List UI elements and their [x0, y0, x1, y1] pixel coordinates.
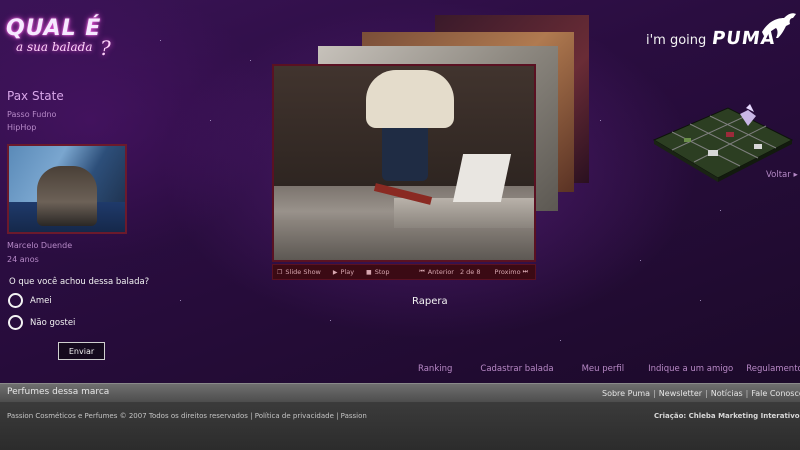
- photo-ledge: [394, 198, 534, 228]
- slide-counter: 2 de 8: [459, 268, 481, 276]
- photo-caption: Rapera: [412, 296, 448, 307]
- nav-regulamento[interactable]: Regulamento: [746, 364, 800, 374]
- submit-button[interactable]: Enviar: [58, 342, 105, 360]
- photo-skater-legs: [382, 121, 428, 181]
- next-label: Proximo: [494, 268, 521, 276]
- star: [160, 40, 161, 41]
- puma-cat-icon: [762, 13, 796, 39]
- play-button[interactable]: ▶ Play: [333, 268, 354, 276]
- credits-text[interactable]: Criação: Chleba Marketing Interativo: [654, 412, 800, 420]
- prev-icon: ⏮: [419, 268, 425, 275]
- star: [210, 120, 211, 121]
- next-icon: ⏭: [522, 268, 528, 275]
- poll-question: O que você achou dessa balada?: [9, 277, 150, 287]
- user-name: Marcelo Duende: [7, 241, 73, 250]
- footer-perfumes-link[interactable]: Perfumes dessa marca: [7, 387, 109, 397]
- footer-separator: |: [653, 389, 656, 398]
- stop-label: Stop: [374, 268, 390, 276]
- copyright-text: Passion Cosméticos e Perfumes © 2007 Tod…: [7, 412, 367, 420]
- photo-skater: [366, 70, 454, 128]
- slideshow-button[interactable]: ❐ Slide Show: [277, 268, 321, 276]
- venue-name: Pax State: [7, 89, 64, 103]
- star: [600, 120, 601, 121]
- nav-cadastrar-balada[interactable]: Cadastrar balada: [480, 364, 553, 374]
- back-link[interactable]: Voltar ▸: [766, 170, 798, 180]
- slideshow-icon: ❐: [277, 268, 283, 276]
- star: [250, 60, 251, 61]
- star: [700, 300, 701, 301]
- footer-separator: |: [745, 389, 749, 398]
- radio-label: Não gostei: [30, 317, 76, 328]
- footer-link-newsletter[interactable]: Newsletter: [659, 389, 702, 398]
- footer-link-sobre-puma[interactable]: Sobre Puma: [602, 389, 650, 398]
- radio-label: Amei: [30, 295, 52, 306]
- star: [720, 210, 721, 211]
- footer-links: Sobre Puma | Newsletter | Notícias | Fale Cono…: [602, 389, 800, 398]
- footer-link-fale-conosco[interactable]: Fale Conosco: [751, 389, 800, 398]
- site-nav: Ranking Cadastrar balada Meu perfil Indi…: [418, 364, 800, 374]
- venue-genre: HipHop: [7, 123, 37, 132]
- footer-bottom-bar: [0, 402, 800, 450]
- photo-person: [37, 166, 97, 226]
- poll-option-amei[interactable]: Amei: [8, 293, 52, 308]
- star: [180, 300, 181, 301]
- user-age: 24 anos: [7, 255, 39, 264]
- brand-header[interactable]: i'm going PUMA: [646, 28, 777, 49]
- page-stage: QUAL É a sua balada ? Pax State Passo Fu…: [0, 0, 800, 383]
- slideshow-controls: ❐ Slide Show ▶ Play ■ Stop ⏮ Anterior 2 …: [272, 264, 536, 280]
- site-logo[interactable]: QUAL É a sua balada ?: [6, 16, 118, 64]
- logo-line1: QUAL É: [6, 16, 102, 41]
- nav-indique-amigo[interactable]: Indique a um amigo: [648, 364, 733, 374]
- star: [640, 260, 641, 261]
- play-icon: ▶: [332, 268, 338, 276]
- prev-label: Anterior: [427, 268, 454, 276]
- profile-photo[interactable]: [7, 144, 127, 234]
- footer-link-noticias[interactable]: Notícias: [711, 389, 743, 398]
- next-button[interactable]: Proximo ⏭: [495, 268, 531, 276]
- nav-meu-perfil[interactable]: Meu perfil: [582, 364, 625, 374]
- radio-button[interactable]: [8, 293, 23, 308]
- star: [330, 320, 331, 321]
- poll-option-nao-gostei[interactable]: Não gostei: [8, 315, 75, 330]
- venue-city: Passo Fudno: [7, 110, 57, 119]
- slideshow-label: Slide Show: [285, 268, 321, 276]
- main-photo[interactable]: [272, 64, 536, 262]
- stop-button[interactable]: ■ Stop: [366, 268, 389, 276]
- stop-icon: ■: [366, 268, 372, 276]
- photo-sign: [452, 154, 512, 202]
- footer-separator: |: [705, 389, 708, 398]
- nav-ranking[interactable]: Ranking: [418, 364, 452, 374]
- radio-button[interactable]: [8, 315, 23, 330]
- play-label: Play: [340, 268, 355, 276]
- logo-mark: ?: [100, 36, 111, 60]
- logo-line2: a sua balada: [16, 40, 93, 54]
- brand-tagline: i'm going: [646, 33, 707, 48]
- prev-button[interactable]: ⏮ Anterior: [419, 268, 454, 276]
- star: [560, 340, 561, 341]
